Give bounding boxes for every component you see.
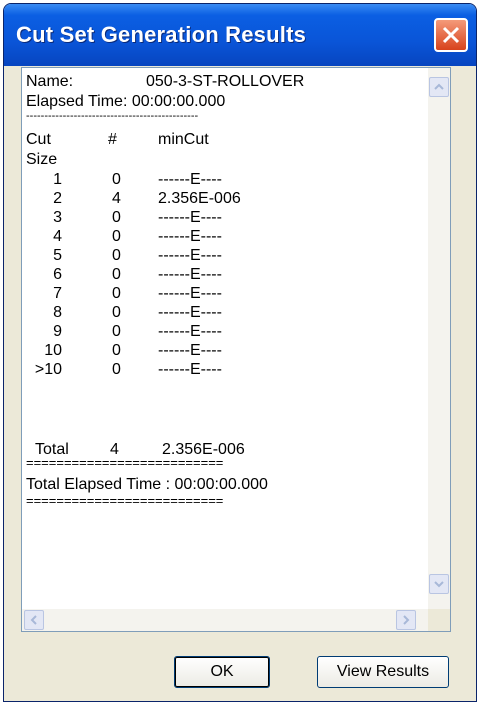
- vertical-scrollbar[interactable]: [428, 68, 450, 609]
- row-size: 10: [44, 342, 62, 359]
- header-mincut: minCut: [158, 131, 209, 148]
- row-size: 7: [53, 285, 62, 302]
- row-count: 0: [112, 285, 121, 302]
- row-mincut: ------E----: [158, 209, 222, 226]
- row-mincut: 2.356E-006: [158, 190, 241, 207]
- row-mincut: ------E----: [158, 304, 222, 321]
- row-mincut: ------E----: [158, 266, 222, 283]
- row-count: 0: [112, 266, 121, 283]
- row-size: >10: [34, 361, 62, 378]
- row-size: 5: [53, 247, 62, 264]
- separator-equals: ==========================: [26, 455, 224, 470]
- row-count: 0: [112, 247, 121, 264]
- row-size: 4: [53, 228, 62, 245]
- row-size: 8: [53, 304, 62, 321]
- separator-equals-bottom: ==========================: [26, 493, 224, 508]
- window-title: Cut Set Generation Results: [16, 22, 307, 47]
- row-mincut: ------E----: [158, 247, 222, 264]
- scroll-left-button[interactable]: [24, 610, 44, 630]
- row-size: 9: [53, 323, 62, 340]
- row-mincut: ------E----: [158, 171, 222, 188]
- row-mincut: ------E----: [158, 323, 222, 340]
- scrollbar-corner: [428, 609, 450, 631]
- close-icon: [442, 26, 460, 44]
- chevron-left-icon: [30, 615, 37, 625]
- row-count: 0: [112, 209, 121, 226]
- row-mincut: ------E----: [158, 361, 222, 378]
- view-results-button[interactable]: View Results: [317, 656, 449, 688]
- header-cut: Cut: [26, 131, 51, 148]
- total-elapsed-time: Total Elapsed Time : 00:00:00.000: [26, 476, 268, 493]
- name-value: 050-3-ST-ROLLOVER: [146, 73, 305, 90]
- row-count: 0: [112, 361, 121, 378]
- row-size: 3: [53, 209, 62, 226]
- scroll-down-button[interactable]: [429, 574, 449, 594]
- row-mincut: ------E----: [158, 285, 222, 302]
- row-count: 4: [112, 190, 121, 207]
- row-size: 2: [53, 190, 62, 207]
- row-size: 6: [53, 266, 62, 283]
- cut-set-results-dialog: Cut Set Generation Results Name: 050-3-S…: [3, 3, 477, 702]
- ok-button[interactable]: OK: [174, 656, 270, 688]
- results-content: Name: 050-3-ST-ROLLOVER Elapsed Time: 00…: [26, 72, 430, 602]
- row-mincut: ------E----: [158, 342, 222, 359]
- row-count: 0: [112, 304, 121, 321]
- chevron-up-icon: [434, 83, 444, 90]
- row-count: 0: [112, 342, 121, 359]
- horizontal-scrollbar[interactable]: [22, 609, 428, 631]
- scroll-up-button[interactable]: [429, 77, 449, 97]
- separator-dashes: ----------------------------------------…: [26, 110, 199, 122]
- chevron-right-icon: [403, 615, 410, 625]
- row-count: 0: [112, 323, 121, 340]
- row-size: 1: [53, 171, 62, 188]
- row-count: 0: [112, 171, 121, 188]
- row-count: 0: [112, 228, 121, 245]
- row-mincut: ------E----: [158, 228, 222, 245]
- header-size: Size: [26, 151, 58, 168]
- header-count: #: [108, 131, 117, 148]
- results-text-area[interactable]: Name: 050-3-ST-ROLLOVER Elapsed Time: 00…: [21, 67, 451, 632]
- name-label: Name:: [26, 73, 74, 90]
- scroll-right-button[interactable]: [396, 610, 416, 630]
- chevron-down-icon: [434, 581, 444, 588]
- close-button[interactable]: [434, 18, 468, 52]
- title-bar[interactable]: Cut Set Generation Results: [4, 4, 476, 66]
